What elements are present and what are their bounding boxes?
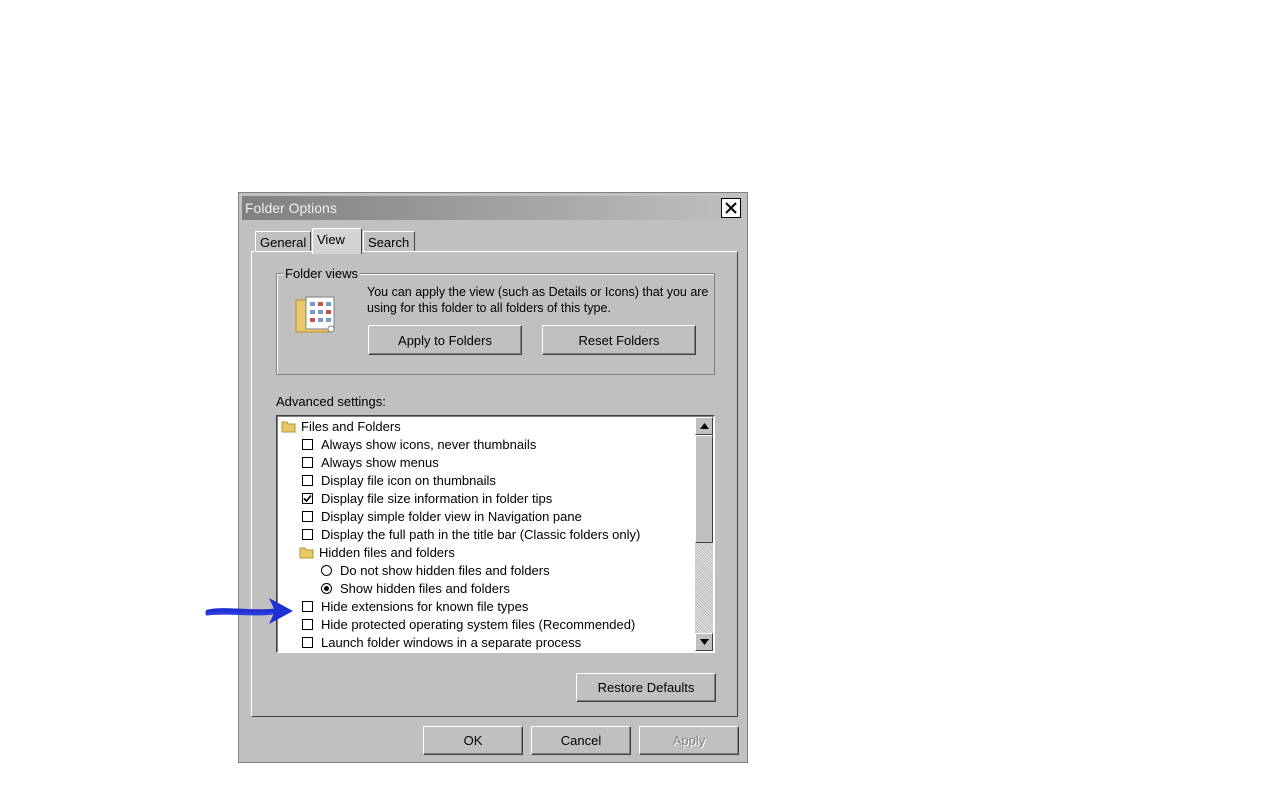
setting-hide-extensions[interactable]: Hide extensions for known file types: [302, 597, 528, 615]
setting-hide-protected-files[interactable]: Hide protected operating system files (R…: [302, 615, 635, 633]
view-tab-panel: Folder views You can apply the view (suc…: [251, 251, 738, 717]
folder-views-description: You can apply the view (such as Details …: [367, 285, 709, 315]
close-button[interactable]: [721, 198, 741, 218]
setting-simple-folder-view[interactable]: Display simple folder view in Navigation…: [302, 507, 582, 525]
tab-view[interactable]: View: [312, 228, 362, 254]
setting-display-file-size[interactable]: Display file size information in folder …: [302, 489, 552, 507]
setting-label: Hide protected operating system files (R…: [321, 616, 636, 632]
tab-general-label: General: [260, 235, 307, 250]
vertical-scrollbar[interactable]: [695, 417, 713, 651]
checkbox[interactable]: [302, 474, 313, 486]
setting-separate-process[interactable]: Launch folder windows in a separate proc…: [302, 633, 581, 651]
close-icon: [725, 202, 737, 214]
arrow-down-icon: [699, 639, 709, 645]
checkbox[interactable]: [302, 438, 313, 450]
advanced-settings-list[interactable]: Files and Folders Always show icons, nev…: [276, 415, 715, 653]
setting-always-show-icons[interactable]: Always show icons, never thumbnails: [302, 435, 536, 453]
folder-options-dialog: Folder Options General View Search Folde…: [238, 192, 748, 763]
tab-search[interactable]: Search: [363, 231, 415, 253]
setting-label: Display file size information in folder …: [321, 490, 553, 506]
apply-to-folders-button[interactable]: Apply to Folders: [368, 325, 522, 355]
setting-label: Display the full path in the title bar (…: [321, 526, 641, 542]
setting-label: Hide extensions for known file types: [321, 598, 529, 614]
setting-display-file-icon[interactable]: Display file icon on thumbnails: [302, 471, 496, 489]
tree-folder-hidden-files[interactable]: Hidden files and folders: [299, 543, 455, 561]
folder-icon: [299, 547, 314, 559]
checkbox[interactable]: [302, 636, 313, 648]
setting-label: Display simple folder view in Navigation…: [321, 508, 582, 524]
scroll-up-button[interactable]: [695, 417, 713, 435]
tab-view-label: View: [317, 232, 345, 247]
tree-folder-files-and-folders[interactable]: Files and Folders: [281, 417, 401, 435]
setting-label: Do not show hidden files and folders: [340, 562, 550, 578]
tab-general[interactable]: General: [255, 231, 311, 253]
setting-full-path-title[interactable]: Display the full path in the title bar (…: [302, 525, 640, 543]
advanced-settings-label: Advanced settings:: [276, 394, 386, 409]
apply-button: Apply: [639, 726, 739, 755]
folder-icon: [281, 421, 296, 433]
title-bar: Folder Options: [242, 196, 744, 220]
setting-label: Always show icons, never thumbnails: [321, 436, 537, 452]
checkbox[interactable]: [302, 510, 313, 522]
checkbox[interactable]: [302, 528, 313, 540]
checkbox-checked[interactable]: [302, 492, 313, 504]
setting-label: Display file icon on thumbnails: [321, 472, 496, 488]
restore-defaults-button[interactable]: Restore Defaults: [576, 673, 716, 702]
checkbox[interactable]: [302, 456, 313, 468]
cancel-button[interactable]: Cancel: [531, 726, 631, 755]
dialog-title: Folder Options: [245, 200, 337, 216]
setting-label: Show hidden files and folders: [340, 580, 510, 596]
setting-show-hidden[interactable]: Show hidden files and folders: [321, 579, 510, 597]
reset-folders-button[interactable]: Reset Folders: [542, 325, 696, 355]
annotation-arrow-icon: [205, 598, 293, 624]
setting-do-not-show-hidden[interactable]: Do not show hidden files and folders: [321, 561, 550, 579]
scroll-down-button[interactable]: [695, 633, 713, 651]
setting-always-show-menus[interactable]: Always show menus: [302, 453, 439, 471]
checkbox[interactable]: [302, 600, 313, 612]
tree-label: Files and Folders: [301, 418, 401, 434]
setting-label: Always show menus: [321, 454, 439, 470]
radio-button-selected[interactable]: [321, 582, 332, 594]
setting-label: Launch folder windows in a separate proc…: [321, 634, 582, 650]
tab-search-label: Search: [368, 235, 410, 250]
folder-views-label: Folder views: [283, 266, 360, 281]
checkmark-icon: [303, 494, 312, 502]
arrow-up-icon: [699, 423, 709, 429]
scrollbar-thumb[interactable]: [695, 435, 713, 543]
tree-label: Hidden files and folders: [319, 544, 455, 560]
folder-views-group: Folder views You can apply the view (suc…: [276, 266, 715, 375]
ok-button[interactable]: OK: [423, 726, 523, 755]
radio-button[interactable]: [321, 564, 332, 576]
radio-dot: [324, 585, 329, 591]
folder-views-icon: [295, 296, 335, 333]
checkbox[interactable]: [302, 618, 313, 630]
